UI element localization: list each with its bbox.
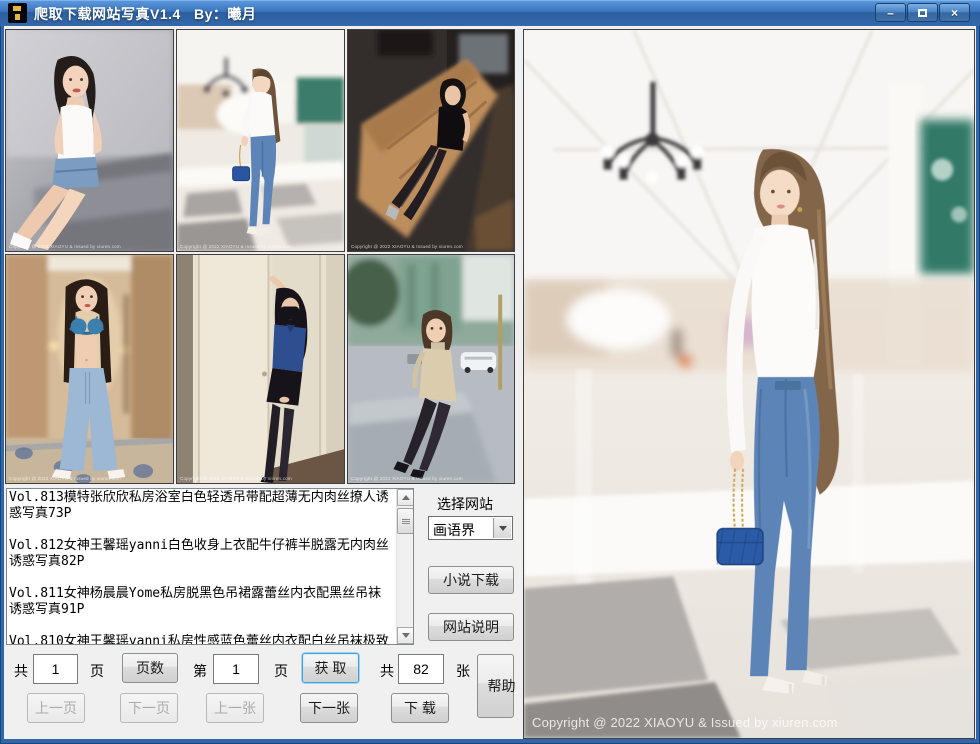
thumbnail-6-image: [348, 255, 514, 483]
thumbnail-photo-4[interactable]: Copyright @ 2022 XIAOYU & Issued by xiur…: [5, 254, 174, 484]
chevron-down-icon: [499, 526, 507, 531]
thumbnail-photo-3[interactable]: Copyright @ 2022 XIAOYU & Issued by xiur…: [347, 29, 515, 252]
help-button[interactable]: 帮助: [477, 654, 514, 718]
thumbnail-3-image: [348, 30, 514, 251]
total-pages-input[interactable]: [33, 654, 78, 684]
list-scrollbar[interactable]: [396, 489, 413, 644]
photos-total-prefix-label: 共: [380, 661, 394, 681]
total-pages-prefix-label: 共: [14, 661, 28, 681]
list-item[interactable]: Vol.813模特张欣欣私房浴室白色轻透吊带配超薄无内肉丝撩人诱惑写真73P: [9, 490, 393, 522]
site-info-button[interactable]: 网站说明: [428, 613, 514, 641]
help-button-label: 帮助: [488, 678, 504, 695]
titlebar: 爬取下载网站写真V1.4 By：曦月 – ×: [0, 0, 980, 26]
maximize-button[interactable]: [907, 3, 938, 22]
list-item[interactable]: Vol.812女神王馨瑶yanni白色收身上衣配牛仔裤半脱露无内肉丝诱惑写真82…: [9, 538, 393, 570]
current-page-input[interactable]: [213, 654, 259, 684]
main-preview-image: [524, 30, 974, 738]
site-select-label: 选择网站: [437, 494, 493, 514]
site-select-combobox[interactable]: 画语界: [428, 516, 513, 540]
combobox-dropdown-button[interactable]: [493, 518, 511, 538]
photo-set-list[interactable]: Vol.813模特张欣欣私房浴室白色轻透吊带配超薄无内肉丝撩人诱惑写真73P V…: [6, 488, 414, 645]
thumbnail-photo-2[interactable]: Copyright @ 2022 XIAOYU & Issued by xiur…: [176, 29, 345, 252]
grip-icon: [402, 519, 410, 524]
page-count-button[interactable]: 页数: [122, 653, 178, 683]
prev-photo-button[interactable]: 上一张: [206, 693, 264, 723]
next-page-button[interactable]: 下一页: [120, 693, 178, 723]
site-selected-value: 画语界: [433, 520, 475, 540]
scroll-up-button[interactable]: [397, 489, 414, 506]
arrow-down-icon: [402, 633, 410, 638]
thumbnail-2-image: [177, 30, 344, 251]
novel-download-button[interactable]: 小说下载: [428, 566, 514, 594]
list-item[interactable]: Vol.810女神王馨瑶yanni私房性感蓝色蕾丝内衣配白丝吊袜极致诱惑写真83…: [9, 634, 393, 645]
photos-total-input[interactable]: [398, 654, 444, 684]
download-button[interactable]: 下 载: [391, 693, 449, 723]
arrow-up-icon: [402, 495, 410, 500]
thumbnail-5-image: [177, 255, 344, 483]
prev-page-button[interactable]: 上一页: [27, 693, 85, 723]
total-pages-unit-label: 页: [90, 661, 104, 681]
fetch-button[interactable]: 获 取: [302, 653, 359, 683]
list-item[interactable]: Vol.811女神杨晨晨Yome私房脱黑色吊裙露蕾丝内衣配黑丝吊袜诱惑写真91P: [9, 586, 393, 618]
close-button[interactable]: ×: [939, 3, 970, 22]
app-icon: [8, 3, 27, 23]
app-window: 爬取下载网站写真V1.4 By：曦月 – ×: [0, 0, 980, 744]
current-page-unit-label: 页: [274, 661, 288, 681]
scroll-down-button[interactable]: [397, 627, 414, 644]
scrollbar-thumb[interactable]: [397, 508, 414, 534]
thumbnail-photo-1[interactable]: Copyright @ 2022 XIAOYU & Issued by xiur…: [5, 29, 174, 252]
current-page-prefix-label: 第: [193, 661, 207, 681]
thumbnail-photo-5[interactable]: Copyright @ 2022 XIAOYU & Issued by xiur…: [176, 254, 345, 484]
minimize-button[interactable]: –: [875, 3, 906, 22]
thumbnail-photo-6[interactable]: Copyright @ 2022 XIAOYU & Issued by xiur…: [347, 254, 515, 484]
thumbnail-4-image: [6, 255, 173, 483]
main-preview-photo: Copyright @ 2022 XIAOYU & Issued by xiur…: [523, 29, 975, 739]
thumbnail-1-image: [6, 30, 173, 251]
window-title: 爬取下载网站写真V1.4 By：曦月: [34, 4, 256, 24]
photos-unit-label: 张: [456, 661, 470, 681]
next-photo-button[interactable]: 下一张: [300, 693, 358, 723]
maximize-icon: [918, 9, 927, 17]
